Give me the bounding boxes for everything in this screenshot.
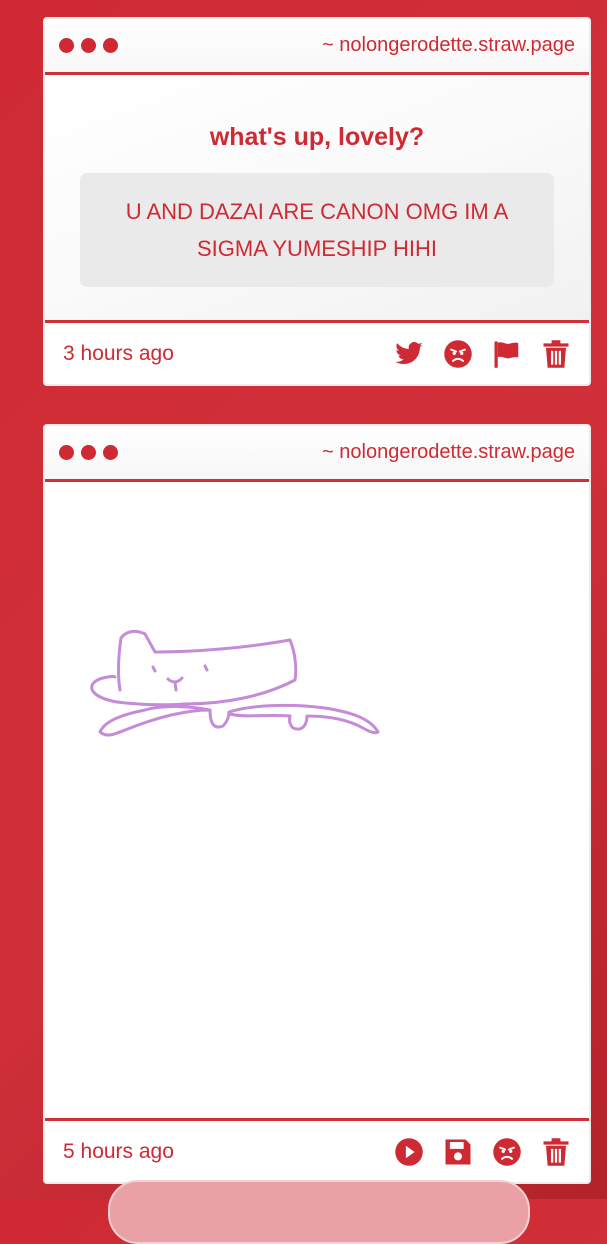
trash-icon[interactable]	[541, 339, 571, 369]
window-dot	[59, 445, 74, 460]
card-actions	[394, 339, 571, 369]
save-icon[interactable]	[443, 1137, 473, 1167]
window-dots	[59, 445, 118, 460]
answer-text: U AND DAZAI ARE CANON OMG IM A SIGMA YUM…	[125, 199, 509, 261]
answer-box: U AND DAZAI ARE CANON OMG IM A SIGMA YUM…	[80, 173, 554, 287]
window-dots	[59, 38, 118, 53]
angry-face-icon[interactable]	[443, 339, 473, 369]
question-text: what's up, lovely?	[209, 123, 425, 151]
angry-face-icon[interactable]	[492, 1137, 522, 1167]
card-actions	[394, 1137, 571, 1167]
timestamp: 3 hours ago	[63, 341, 174, 365]
bottom-button-partial[interactable]	[108, 1180, 530, 1244]
play-icon[interactable]	[394, 1137, 424, 1167]
page-url: ~ nolongerodette.straw.page	[322, 34, 575, 56]
window-dot	[103, 38, 118, 53]
card-titlebar: ~ nolongerodette.straw.page	[45, 426, 589, 482]
page-url: ~ nolongerodette.straw.page	[322, 441, 575, 463]
drawing-card: ~ nolongerodette.straw.page 5 hours ago	[43, 424, 591, 1184]
question-card: ~ nolongerodette.straw.page what's up, l…	[43, 17, 591, 386]
window-dot	[103, 445, 118, 460]
card-body: what's up, lovely? U AND DAZAI ARE CANON…	[45, 75, 589, 320]
card-titlebar: ~ nolongerodette.straw.page	[45, 19, 589, 75]
flag-icon[interactable]	[492, 339, 522, 369]
timestamp: 5 hours ago	[63, 1139, 174, 1163]
card-footer: 5 hours ago	[45, 1118, 589, 1182]
trash-icon[interactable]	[541, 1137, 571, 1167]
drawing-canvas	[45, 482, 589, 1118]
window-dot	[81, 445, 96, 460]
twitter-icon[interactable]	[394, 339, 424, 369]
card-footer: 3 hours ago	[45, 320, 589, 384]
cat-doodle	[90, 629, 380, 737]
window-dot	[81, 38, 96, 53]
window-dot	[59, 38, 74, 53]
